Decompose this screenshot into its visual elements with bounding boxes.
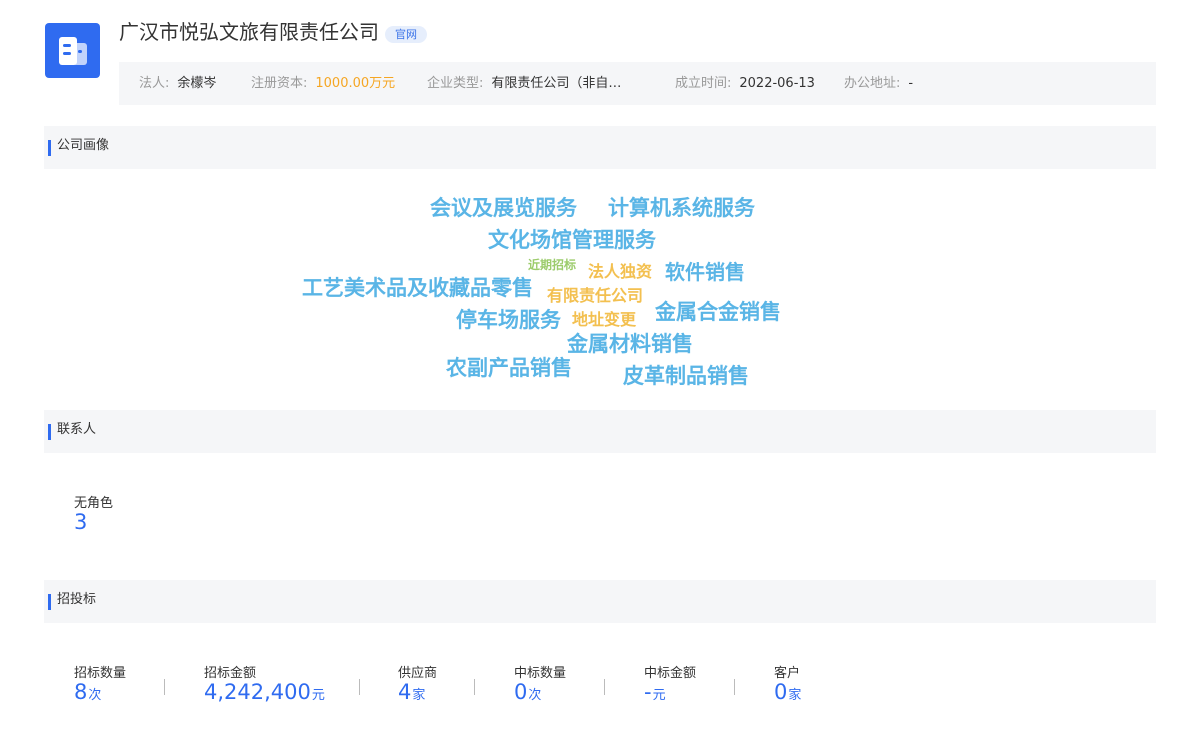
tag-item[interactable]: 农副产品销售 [446, 352, 572, 382]
stat-unit: 家 [788, 688, 802, 703]
legal-value[interactable]: 余檬岑 [177, 76, 216, 91]
stat-label: 供应商 [398, 666, 438, 681]
tag-item[interactable]: 工艺美术品及收藏品零售 [302, 272, 533, 302]
capital-value: 1000.00万元 [315, 76, 396, 91]
section-title-bidding: 招投标 [57, 592, 97, 607]
founded-label: 成立时间: [675, 76, 732, 91]
stat-number: 0 [774, 680, 788, 704]
stat-unit: 次 [88, 688, 102, 703]
stat-label: 客户 [774, 666, 801, 681]
address-value: - [908, 76, 914, 91]
stat-value-customers[interactable]: 0家 [774, 680, 801, 704]
official-website-tag[interactable]: 官网 [385, 26, 427, 43]
section-header-contacts: 联系人 [44, 410, 1156, 453]
founded-value: 2022-06-13 [739, 76, 815, 91]
stat-value-bid-count[interactable]: 8次 [74, 680, 101, 704]
stat-divider [734, 679, 735, 695]
stat-label: 中标金额 [644, 666, 697, 681]
tag-item[interactable]: 计算机系统服务 [608, 192, 755, 222]
stat-number: - [644, 680, 652, 704]
stat-unit: 次 [528, 688, 542, 703]
office-address: 办公地址: - [844, 62, 913, 105]
section-title-contacts: 联系人 [57, 422, 97, 437]
stat-unit: 元 [311, 688, 325, 703]
company-name: 广汉市悦弘文旅有限责任公司 [119, 20, 379, 44]
tag-cloud: 会议及展览服务 计算机系统服务 文化场馆管理服务 近期招标 法人独资 软件销售 … [0, 0, 1200, 752]
contact-role-count[interactable]: 3 [74, 510, 87, 534]
section-accent-bar [48, 140, 51, 156]
tag-item[interactable]: 皮革制品销售 [623, 360, 749, 390]
founded-date: 成立时间: 2022-06-13 [675, 62, 815, 105]
capital-label: 注册资本: [251, 76, 308, 91]
registered-capital: 注册资本: 1000.00万元 [251, 62, 395, 105]
stat-divider [359, 679, 360, 695]
stat-number: 0 [514, 680, 528, 704]
stat-unit: 家 [412, 688, 426, 703]
company-type: 企业类型: 有限责任公司（非自… [427, 62, 621, 105]
stat-value-win-count[interactable]: 0次 [514, 680, 541, 704]
stat-number: 8 [74, 680, 88, 704]
tag-item[interactable]: 有限责任公司 [547, 282, 643, 306]
type-label: 企业类型: [427, 76, 484, 91]
contact-role-label: 无角色 [74, 496, 114, 511]
legal-representative: 法人: 余檬岑 [139, 62, 216, 105]
stat-label: 招标数量 [74, 666, 127, 681]
company-info-bar: 法人: 余檬岑 注册资本: 1000.00万元 企业类型: 有限责任公司（非自… 成立… [119, 62, 1156, 105]
tag-item[interactable]: 停车场服务 [456, 304, 561, 334]
tag-item[interactable]: 软件销售 [665, 256, 745, 285]
section-accent-bar [48, 594, 51, 610]
stat-unit: 元 [652, 688, 666, 703]
stat-divider [164, 679, 165, 695]
tag-item[interactable]: 法人独资 [588, 258, 652, 282]
section-header-profile: 公司画像 [44, 126, 1156, 169]
tag-item[interactable]: 近期招标 [528, 256, 576, 273]
tag-item[interactable]: 会议及展览服务 [430, 192, 577, 222]
tag-item[interactable]: 金属材料销售 [567, 328, 693, 358]
section-title-profile: 公司画像 [57, 138, 110, 153]
stat-value-win-amount[interactable]: -元 [644, 680, 666, 704]
legal-label: 法人: [139, 76, 170, 91]
section-accent-bar [48, 424, 51, 440]
stat-divider [474, 679, 475, 695]
stat-number: 4,242,400 [204, 680, 311, 704]
stat-divider [604, 679, 605, 695]
section-header-bidding: 招投标 [44, 580, 1156, 623]
tag-item[interactable]: 金属合金销售 [655, 296, 781, 326]
stat-number: 4 [398, 680, 412, 704]
stat-label: 中标数量 [514, 666, 567, 681]
tag-item[interactable]: 文化场馆管理服务 [488, 224, 656, 254]
company-logo [45, 23, 100, 78]
address-label: 办公地址: [844, 76, 901, 91]
tag-item[interactable]: 地址变更 [572, 306, 636, 330]
stat-label: 招标金额 [204, 666, 257, 681]
stat-value-bid-amount[interactable]: 4,242,400元 [204, 680, 325, 704]
stat-value-suppliers[interactable]: 4家 [398, 680, 425, 704]
company-building-icon [59, 37, 87, 65]
type-value: 有限责任公司（非自… [491, 76, 622, 91]
